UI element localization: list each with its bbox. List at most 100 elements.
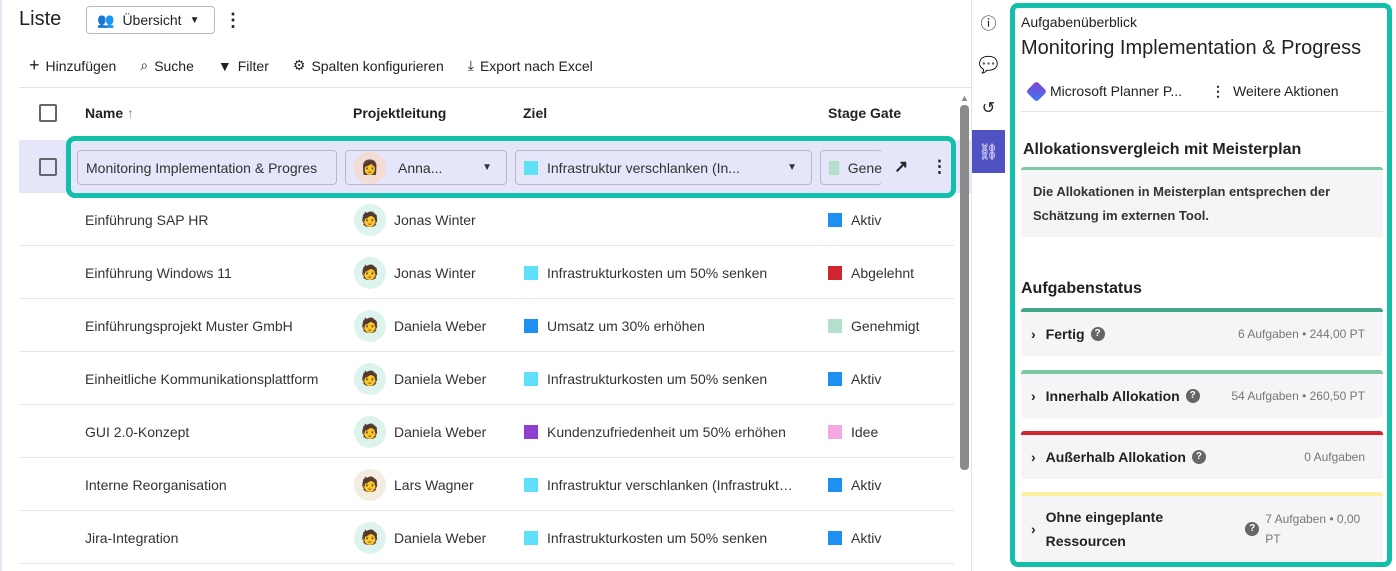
table-row[interactable]: Einheitliche Kommunikationsplattform 🧑 Da… bbox=[19, 352, 954, 405]
status-label: Innerhalb Allokation bbox=[1045, 388, 1180, 404]
add-label: Hinzufügen bbox=[45, 57, 117, 74]
goal-color-swatch bbox=[524, 424, 538, 439]
filter-label: Filter bbox=[237, 57, 269, 74]
status-label: Ohne eingeplante Ressourcen bbox=[1045, 508, 1164, 549]
project-goal: Infrastrukturkosten um 50% senken bbox=[524, 246, 767, 299]
avatar: 🧑 bbox=[354, 468, 386, 501]
status-section[interactable]: › Ohne eingeplante Ressourcen? 7 Aufgaben … bbox=[1021, 492, 1383, 561]
export-excel-button[interactable]: ⤓ Export nach Excel bbox=[468, 55, 593, 76]
select-all-checkbox[interactable] bbox=[39, 104, 57, 122]
scroll-up-arrow-icon[interactable]: ▲ bbox=[960, 93, 969, 103]
chevron-down-icon: ▼ bbox=[189, 14, 200, 26]
goal-color-swatch bbox=[524, 530, 538, 545]
column-header-lead[interactable]: Projektleitung bbox=[353, 105, 446, 121]
goal-label: Kundenzufriedenheit um 50% erhöhen bbox=[547, 423, 786, 440]
table-row[interactable]: Interne Reorganisation 🧑 Lars Wagner Infra… bbox=[19, 458, 954, 511]
project-name[interactable]: Interne Reorganisation bbox=[85, 458, 227, 511]
allocation-message: Die Allokationen in Meisterplan entsprec… bbox=[1021, 167, 1383, 237]
download-icon: ⤓ bbox=[467, 57, 474, 73]
project-name[interactable]: Einführungsprojekt Muster GmbH bbox=[85, 299, 293, 352]
search-label: Suche bbox=[154, 57, 194, 74]
chevron-right-icon: › bbox=[1031, 449, 1036, 465]
plus-icon: + bbox=[29, 55, 40, 75]
toolbar: + Hinzufügen ⌕ Suche ▼ Filter ⚙ Spalten konf… bbox=[29, 55, 593, 76]
status-section[interactable]: › Fertig? 6 Aufgaben • 244,00 PT bbox=[1021, 308, 1383, 356]
project-lead: 🧑 Daniela Weber bbox=[354, 299, 486, 352]
lead-name: Jonas Winter bbox=[394, 211, 476, 228]
sort-arrow-up-icon: ↑ bbox=[127, 105, 135, 121]
project-lead: 🧑 Daniela Weber bbox=[354, 511, 486, 564]
more-options-icon[interactable]: ⋮ bbox=[224, 10, 242, 31]
avatar: 🧑 bbox=[354, 415, 386, 448]
filter-button[interactable]: ▼ Filter bbox=[218, 55, 269, 76]
more-actions-label: Weitere Aktionen bbox=[1233, 83, 1339, 99]
project-lead: 🧑 Jonas Winter bbox=[354, 246, 476, 299]
project-name[interactable]: Einführung SAP HR bbox=[85, 193, 208, 246]
table-row[interactable]: Einführungsprojekt Muster GmbH 🧑 Daniela … bbox=[19, 299, 954, 352]
info-icon[interactable]: ⓘ bbox=[972, 0, 1005, 43]
help-icon[interactable]: ? bbox=[1090, 327, 1105, 341]
table-row[interactable]: Jira-Integration 🧑 Daniela Weber Infrastru… bbox=[19, 511, 954, 564]
scrollbar[interactable] bbox=[960, 105, 969, 470]
stage-label: Aktiv bbox=[851, 370, 882, 387]
status-section[interactable]: › Außerhalb Allokation? 0 Aufgaben bbox=[1021, 431, 1383, 479]
divider bbox=[19, 87, 972, 88]
chevron-right-icon: › bbox=[1031, 326, 1036, 342]
stage-gate: Genehmigt bbox=[828, 299, 919, 352]
history-icon[interactable]: ↺ bbox=[972, 86, 1005, 129]
stage-label: Genehmigt bbox=[851, 317, 920, 334]
stage-gate: Aktiv bbox=[828, 511, 881, 564]
view-selector[interactable]: 👥 Übersicht ▼ bbox=[86, 6, 215, 34]
column-header-goal[interactable]: Ziel bbox=[523, 105, 547, 121]
table-row[interactable]: Einführung Windows 11 🧑 Jonas Winter Infra… bbox=[19, 246, 954, 299]
lead-name: Daniela Weber bbox=[394, 317, 487, 334]
help-icon[interactable]: ? bbox=[1191, 450, 1206, 464]
configure-columns-button[interactable]: ⚙ Spalten konfigurieren bbox=[293, 55, 444, 76]
row-checkbox[interactable] bbox=[39, 158, 57, 176]
lead-name: Daniela Weber bbox=[394, 529, 487, 546]
name-header-label: Name bbox=[85, 105, 124, 121]
project-lead: 🧑 Lars Wagner bbox=[354, 458, 474, 511]
status-heading: Aufgabenstatus bbox=[1021, 280, 1142, 297]
project-lead: 🧑 Jonas Winter bbox=[354, 193, 476, 246]
stage-color-swatch bbox=[828, 424, 842, 439]
search-button[interactable]: ⌕ Suche bbox=[140, 55, 194, 76]
stage-gate: Idee bbox=[828, 405, 878, 458]
stage-gate: Aktiv bbox=[828, 458, 881, 511]
chevron-right-icon: › bbox=[1031, 520, 1036, 537]
help-icon[interactable]: ? bbox=[1245, 521, 1260, 536]
status-meta: 54 Aufgaben • 260,50 PT bbox=[1231, 389, 1365, 403]
stage-color-swatch bbox=[828, 265, 842, 280]
selection-highlight bbox=[66, 136, 956, 198]
filter-icon: ▼ bbox=[217, 57, 232, 74]
export-label: Export nach Excel bbox=[479, 57, 593, 74]
status-label: Fertig bbox=[1045, 326, 1085, 342]
status-section[interactable]: › Innerhalb Allokation? 54 Aufgaben • 260,… bbox=[1021, 370, 1383, 418]
goal-label: Umsatz um 30% erhöhen bbox=[547, 317, 705, 334]
help-icon[interactable]: ? bbox=[1185, 389, 1200, 403]
stage-color-swatch bbox=[828, 212, 842, 227]
link-icon[interactable]: ⛓ bbox=[972, 130, 1005, 173]
goal-color-swatch bbox=[524, 318, 538, 333]
project-name[interactable]: Jira-Integration bbox=[85, 511, 178, 564]
more-actions-button[interactable]: ⋮ Weitere Aktionen bbox=[1211, 83, 1339, 100]
avatar: 🧑 bbox=[354, 362, 386, 395]
stage-label: Aktiv bbox=[851, 476, 882, 493]
project-name[interactable]: Einführung Windows 11 bbox=[85, 246, 232, 299]
table-row[interactable]: Einführung SAP HR 🧑 Jonas Winter Aktiv bbox=[19, 193, 954, 246]
project-name[interactable]: Einheitliche Kommunikationsplattform bbox=[85, 352, 318, 405]
project-name[interactable]: GUI 2.0-Konzept bbox=[85, 405, 189, 458]
panel-subtitle: Aufgabenüberblick bbox=[1021, 14, 1137, 30]
add-button[interactable]: + Hinzufügen bbox=[29, 55, 116, 76]
stage-color-swatch bbox=[828, 477, 842, 492]
column-header-stage[interactable]: Stage Gate bbox=[828, 105, 901, 121]
table-row[interactable]: GUI 2.0-Konzept 🧑 Daniela Weber Kundenzufr… bbox=[19, 405, 954, 458]
project-goal: Infrastruktur verschlanken (Infrastrukt… bbox=[524, 458, 793, 511]
comments-icon[interactable]: 💬 bbox=[972, 43, 1005, 86]
column-header-name[interactable]: Name ↑ bbox=[85, 105, 134, 121]
project-lead: 🧑 Daniela Weber bbox=[354, 352, 486, 405]
stage-label: Aktiv bbox=[851, 529, 882, 546]
divider bbox=[1021, 111, 1383, 112]
page-title: Liste bbox=[19, 8, 62, 30]
integration-link[interactable]: Microsoft Planner P... bbox=[1025, 80, 1182, 102]
